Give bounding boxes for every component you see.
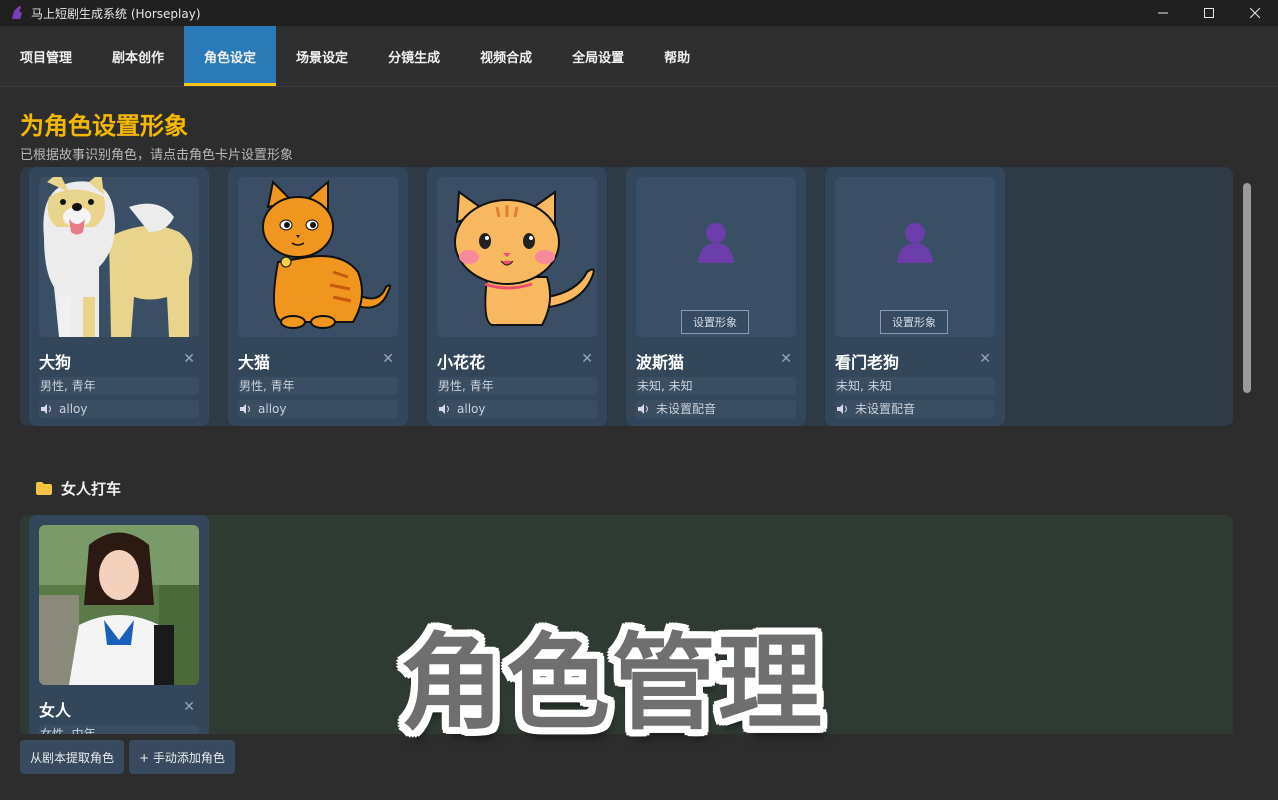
user-silhouette-icon <box>698 223 734 263</box>
character-voice[interactable]: alloy <box>437 400 597 418</box>
speaker-icon <box>638 404 650 414</box>
character-voice[interactable]: 未设置配音 <box>835 400 995 418</box>
tab-storyboard[interactable]: 分镜生成 <box>368 26 460 86</box>
character-image-dog <box>39 177 199 337</box>
voice-label: alloy <box>258 402 287 416</box>
character-meta: 男性, 青年 <box>39 377 199 395</box>
character-image-placeholder: 设置形象 <box>636 177 796 337</box>
character-voice[interactable]: 未设置配音 <box>636 400 796 418</box>
set-image-button[interactable]: 设置形象 <box>681 310 749 334</box>
character-name: 大猫 <box>238 353 271 372</box>
voice-label: 未设置配音 <box>656 402 717 416</box>
add-character-button[interactable]: + 手动添加角色 <box>129 740 235 774</box>
character-image-photo <box>39 525 199 685</box>
group-header: 女人打车 <box>36 478 121 499</box>
close-icon[interactable]: ✕ <box>581 351 593 367</box>
tab-global-settings[interactable]: 全局设置 <box>552 26 644 86</box>
character-panel: 大狗 ✕ 男性, 青年 alloy 大猫 ✕ 男性, 青年 alloy 小花花 … <box>20 167 1233 426</box>
character-image-cat <box>238 177 398 337</box>
voice-label: alloy <box>59 402 88 416</box>
close-icon[interactable]: ✕ <box>979 351 991 367</box>
voice-label: alloy <box>457 402 486 416</box>
close-icon[interactable]: ✕ <box>183 351 195 367</box>
tab-scene[interactable]: 场景设定 <box>276 26 368 86</box>
character-name: 大狗 <box>39 353 72 372</box>
window-title: 马上短剧生成系统 (Horseplay) <box>31 6 201 21</box>
character-card[interactable]: 小花花 ✕ 男性, 青年 alloy <box>427 167 607 426</box>
close-icon[interactable] <box>1232 0 1278 26</box>
title-bar: 马上短剧生成系统 (Horseplay) <box>0 0 1278 26</box>
folder-icon <box>36 482 52 495</box>
character-name: 波斯猫 <box>636 353 685 372</box>
character-name: 小花花 <box>437 353 486 372</box>
character-card[interactable]: 女人 ✕ 女性, 中年 <box>29 515 209 737</box>
character-card[interactable]: 大猫 ✕ 男性, 青年 alloy <box>228 167 408 426</box>
group-title: 女人打车 <box>61 480 122 498</box>
maximize-icon[interactable] <box>1186 0 1232 26</box>
close-icon[interactable]: ✕ <box>382 351 394 367</box>
main-nav: 项目管理 剧本创作 角色设定 场景设定 分镜生成 视频合成 全局设置 帮助 <box>0 26 1278 87</box>
character-image-placeholder: 设置形象 <box>835 177 995 337</box>
extract-characters-button[interactable]: 从剧本提取角色 <box>20 740 124 774</box>
character-meta: 未知, 未知 <box>835 377 995 395</box>
character-name: 女人 <box>39 701 72 720</box>
character-image-kitten <box>437 177 597 337</box>
speaker-icon <box>439 404 451 414</box>
page-subtitle: 已根据故事识别角色，请点击角色卡片设置形象 <box>20 148 294 163</box>
tab-project[interactable]: 项目管理 <box>0 26 92 86</box>
tab-help[interactable]: 帮助 <box>644 26 710 86</box>
scrollbar[interactable] <box>1243 183 1251 393</box>
character-card[interactable]: 设置形象 看门老狗 ✕ 未知, 未知 未设置配音 <box>825 167 1005 426</box>
minimize-icon[interactable] <box>1140 0 1186 26</box>
app-logo-icon <box>9 5 25 21</box>
character-meta: 男性, 青年 <box>437 377 597 395</box>
voice-label: 未设置配音 <box>855 402 916 416</box>
tab-video[interactable]: 视频合成 <box>460 26 552 86</box>
tab-script[interactable]: 剧本创作 <box>92 26 184 86</box>
set-image-button[interactable]: 设置形象 <box>880 310 948 334</box>
character-meta: 未知, 未知 <box>636 377 796 395</box>
page-title: 为角色设置形象 <box>20 112 188 140</box>
character-meta: 男性, 青年 <box>238 377 398 395</box>
speaker-icon <box>837 404 849 414</box>
close-icon[interactable]: ✕ <box>780 351 792 367</box>
tab-character[interactable]: 角色设定 <box>184 26 277 86</box>
close-icon[interactable]: ✕ <box>183 699 195 715</box>
character-card[interactable]: 大狗 ✕ 男性, 青年 alloy <box>29 167 209 426</box>
character-card[interactable]: 设置形象 波斯猫 ✕ 未知, 未知 未设置配音 <box>626 167 806 426</box>
speaker-icon <box>41 404 53 414</box>
speaker-icon <box>240 404 252 414</box>
overlay-caption: 角色管理 <box>400 622 825 744</box>
user-silhouette-icon <box>897 223 933 263</box>
character-voice[interactable]: alloy <box>39 400 199 418</box>
character-name: 看门老狗 <box>835 353 900 372</box>
character-voice[interactable]: alloy <box>238 400 398 418</box>
